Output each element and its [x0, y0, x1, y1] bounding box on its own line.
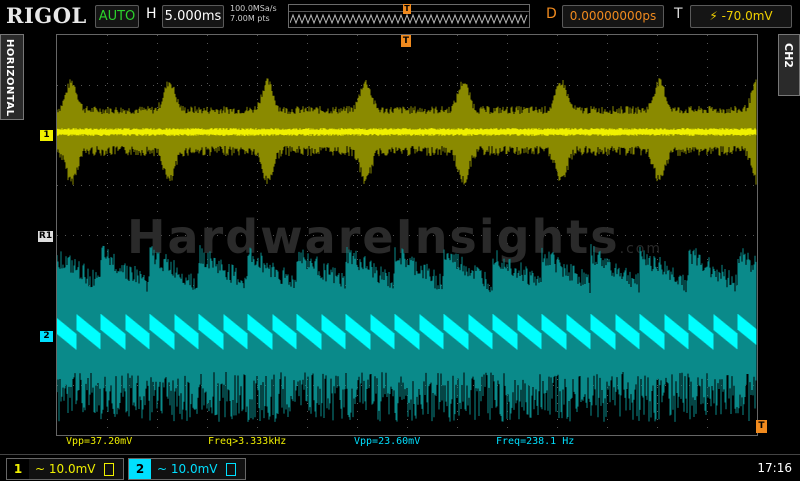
delay-field[interactable]: 0.00000000ps [562, 5, 664, 28]
ch2-menu-tab[interactable]: CH2 [778, 34, 800, 96]
memory-preview-wave [290, 13, 528, 25]
channel-status-bar: 1 ~ 10.0mV 2 ~ 10.0mV 17:16 [0, 454, 800, 481]
ch2-offset-marker[interactable]: 2 [40, 331, 53, 342]
trigger-field[interactable]: ⚡ -70.0mV [690, 5, 792, 28]
trigger-level: -70.0mV [721, 9, 773, 23]
ref1-offset-marker[interactable]: R1 [38, 231, 53, 242]
delay-label: D [546, 6, 557, 22]
ch2-freq-measurement: Freq=238.1 Hz [496, 436, 575, 447]
clock: 17:16 [757, 461, 792, 475]
horizontal-menu-tab[interactable]: HORIZONTAL [0, 34, 24, 120]
ch2-number: 2 [129, 459, 151, 479]
ch1-offset-marker[interactable]: 1 [40, 130, 53, 141]
ch1-impedance-icon [104, 463, 114, 476]
edge-trigger-icon: ⚡ [709, 9, 718, 23]
ch2-status[interactable]: 2 ~ 10.0mV [128, 458, 246, 480]
run-mode-indicator[interactable]: AUTO [95, 5, 139, 28]
brand-logo: RIGOL [6, 3, 87, 28]
horizontal-tab-label: HORIZONTAL [4, 39, 15, 117]
sample-rate: 100.0MSa/s [230, 4, 277, 13]
timebase-field[interactable]: 5.000ms [162, 5, 224, 28]
waveform-traces [57, 78, 757, 422]
ch2-tab-label: CH2 [782, 43, 795, 68]
acquisition-info: 100.0MSa/s 7.00M pts [230, 4, 277, 24]
ch1-number: 1 [7, 459, 29, 479]
trigger-label: T [674, 6, 683, 22]
memory-depth: 7.00M pts [230, 14, 270, 23]
ch2-vpp-measurement: Vpp=23.60mV [354, 436, 421, 447]
ch1-status[interactable]: 1 ~ 10.0mV [6, 458, 124, 480]
trigger-level-marker[interactable]: T [756, 420, 767, 433]
ch1-freq-measurement: Freq>3.333kHz [208, 436, 287, 447]
ch2-scale: ~ 10.0mV [157, 462, 218, 476]
ch2-impedance-icon [226, 463, 236, 476]
ch1-vpp-measurement: Vpp=37.20mV [66, 436, 133, 447]
horizontal-label: H [146, 6, 157, 22]
memory-position-bar[interactable]: T [288, 4, 530, 28]
top-trigger-marker: T [401, 35, 411, 47]
top-status-bar: RIGOL AUTO H 5.000ms 100.0MSa/s 7.00M pt… [0, 0, 800, 32]
waveform-display[interactable]: HardwareInsights.com T [56, 34, 758, 436]
ch1-scale: ~ 10.0mV [35, 462, 96, 476]
